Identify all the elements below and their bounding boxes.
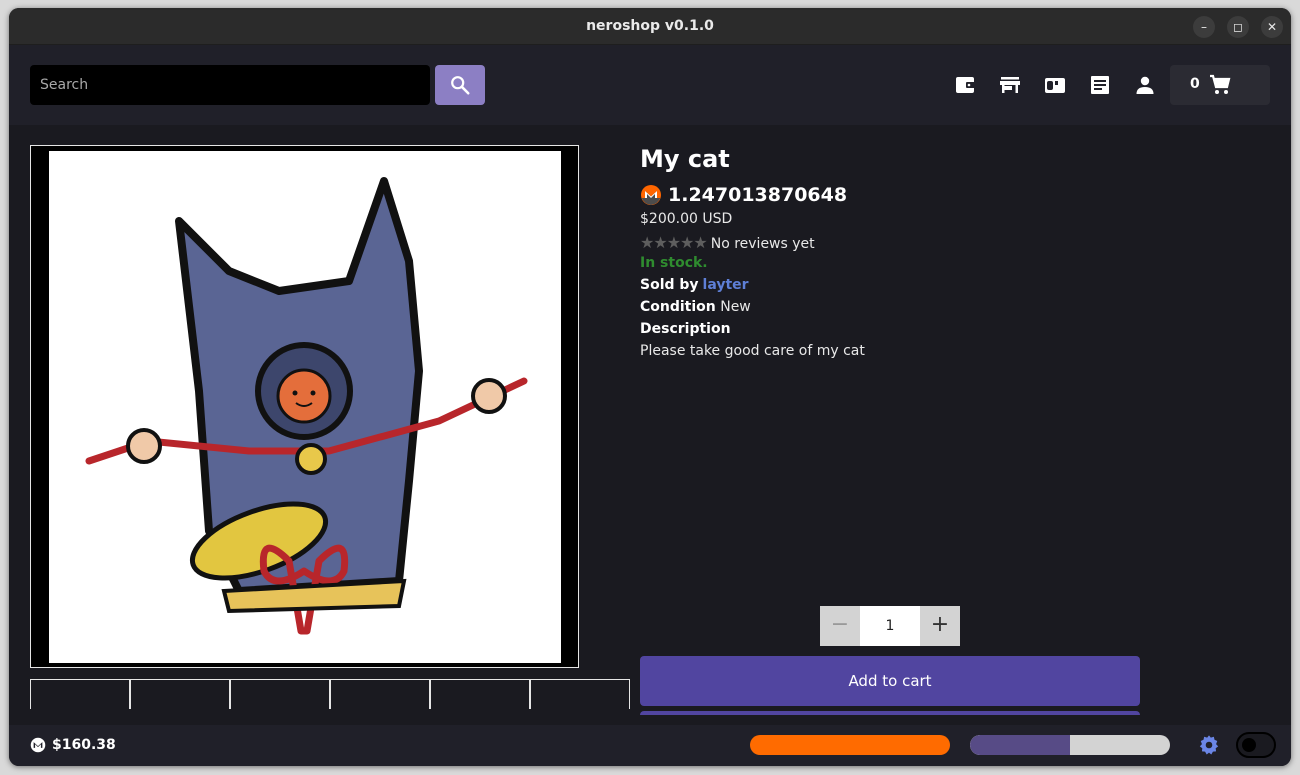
title-bar: neroshop v0.1.0 – ◻ ✕ bbox=[9, 8, 1291, 45]
monero-icon bbox=[30, 737, 46, 753]
close-icon[interactable]: ✕ bbox=[1261, 16, 1283, 38]
gear-icon[interactable] bbox=[1198, 734, 1220, 756]
theme-toggle[interactable] bbox=[1236, 732, 1276, 758]
orders-icon[interactable] bbox=[1088, 73, 1112, 97]
add-to-cart-button[interactable]: Add to cart bbox=[640, 656, 1140, 706]
condition-label: Condition bbox=[640, 299, 716, 315]
toggle-knob bbox=[1242, 738, 1256, 752]
store-icon[interactable] bbox=[998, 73, 1022, 97]
quantity-increase-button[interactable]: + bbox=[920, 606, 960, 646]
reviews-text: No reviews yet bbox=[710, 236, 815, 252]
description-label: Description bbox=[640, 321, 731, 337]
thumbnail-slot[interactable] bbox=[430, 679, 530, 709]
app-window: neroshop v0.1.0 – ◻ ✕ Search 0 My cat 1.… bbox=[9, 8, 1291, 766]
search-input[interactable] bbox=[30, 65, 430, 105]
cart-button[interactable]: 0 bbox=[1170, 65, 1270, 105]
cart-count: 0 bbox=[1190, 76, 1200, 92]
thumbnail-slot[interactable] bbox=[230, 679, 330, 709]
search-icon bbox=[451, 76, 470, 95]
maximize-icon[interactable]: ◻ bbox=[1227, 16, 1249, 38]
product-page: My cat 1.247013870648 $200.00 USD ★★★★★ N… bbox=[9, 125, 1291, 715]
account-icon[interactable] bbox=[1133, 73, 1157, 97]
rating-row: ★★★★★ No reviews yet bbox=[640, 233, 815, 252]
thumbnail-slot[interactable] bbox=[330, 679, 430, 709]
thumbnail-slot[interactable] bbox=[530, 679, 630, 709]
wallet-icon[interactable] bbox=[953, 73, 977, 97]
inbox-icon[interactable] bbox=[1043, 73, 1067, 97]
cat-illustration bbox=[85, 177, 528, 635]
toolbar: 0 bbox=[9, 45, 1291, 125]
quantity-decrease-button[interactable]: − bbox=[820, 606, 860, 646]
product-title: My cat bbox=[640, 145, 730, 173]
monero-icon bbox=[641, 185, 661, 205]
secondary-button-edge[interactable] bbox=[640, 711, 1140, 715]
stock-status: In stock. bbox=[640, 255, 708, 271]
window-title: neroshop v0.1.0 bbox=[586, 18, 714, 34]
daemon-sync-progress bbox=[750, 735, 950, 755]
search-button[interactable] bbox=[435, 65, 485, 105]
thumbnail-slot[interactable] bbox=[30, 679, 130, 709]
condition-value: New bbox=[720, 299, 751, 315]
wallet-balance: $160.38 bbox=[30, 737, 116, 753]
condition-row: Condition New bbox=[640, 299, 751, 315]
product-image[interactable] bbox=[49, 151, 561, 663]
sold-by-row: Sold by layter bbox=[640, 277, 749, 293]
price-usd: $200.00 USD bbox=[640, 211, 733, 227]
product-image-frame bbox=[30, 145, 579, 668]
cart-icon bbox=[1210, 74, 1231, 94]
seller-link[interactable]: layter bbox=[703, 277, 749, 293]
minimize-icon[interactable]: – bbox=[1193, 16, 1215, 38]
price-xmr: 1.247013870648 bbox=[668, 184, 848, 206]
wallet-sync-fill bbox=[970, 735, 1070, 755]
rating-stars-icon: ★★★★★ bbox=[640, 233, 708, 252]
quantity-field[interactable]: 1 bbox=[860, 606, 920, 646]
description-text: Please take good care of my cat bbox=[640, 343, 865, 359]
wallet-sync-progress bbox=[970, 735, 1170, 755]
status-bar: $160.38 bbox=[9, 725, 1291, 766]
xmr-price-row: 1.247013870648 bbox=[640, 183, 847, 207]
balance-amount: $160.38 bbox=[52, 737, 116, 753]
sold-by-label: Sold by bbox=[640, 277, 699, 293]
thumbnail-slot[interactable] bbox=[130, 679, 230, 709]
